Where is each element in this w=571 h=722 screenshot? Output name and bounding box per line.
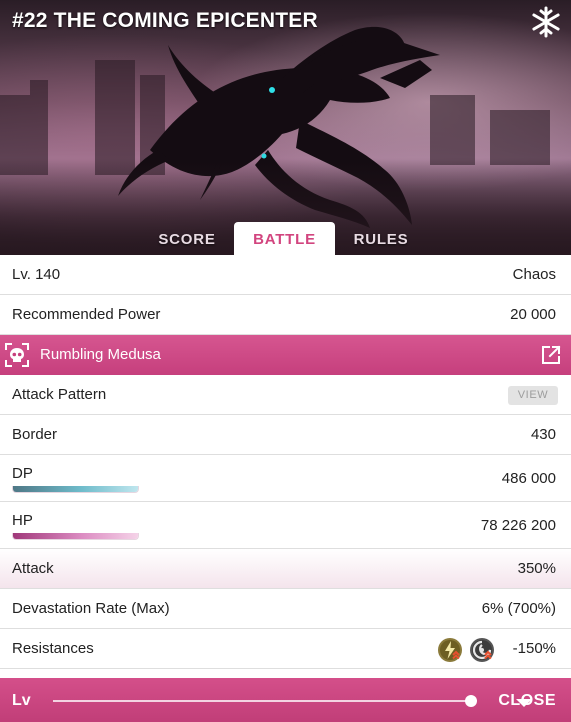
resistances-label: Resistances — [12, 640, 94, 657]
level-slider-label: Lv — [12, 692, 31, 709]
hp-row: HP 78 226 200 — [0, 502, 571, 549]
resistances-row: Resistances -150% — [0, 629, 571, 669]
attack-pattern-row: Attack Pattern VIEW — [0, 375, 571, 415]
dp-gauge — [12, 486, 139, 493]
devastation-row: Devastation Rate (Max) 6% (700%) — [0, 589, 571, 629]
dp-value: 486 000 — [501, 470, 556, 487]
attack-pattern-label: Attack Pattern — [12, 386, 107, 403]
snowflake-icon — [532, 6, 560, 38]
border-label: Border — [12, 426, 58, 443]
footer-bar: Lv CLOSE — [0, 678, 571, 722]
tab-score[interactable]: SCORE — [144, 222, 230, 255]
attack-row: Attack 350% — [0, 549, 571, 589]
dp-row: DP 486 000 — [0, 455, 571, 502]
close-button[interactable]: CLOSE — [498, 678, 556, 722]
devastation-value: 6% (700%) — [481, 600, 556, 617]
recommended-power-label: Recommended Power — [12, 306, 161, 323]
resistance-icons — [437, 637, 499, 663]
level-slider-handle[interactable] — [465, 695, 477, 707]
level-label: Lv. 140 — [12, 266, 61, 283]
attack-label: Attack — [12, 560, 54, 577]
skull-icon — [5, 343, 29, 367]
stage-title: #22 THE COMING EPICENTER — [12, 9, 318, 32]
tab-rules[interactable]: RULES — [337, 222, 425, 255]
dp-label: DP — [12, 465, 33, 482]
level-row: Lv. 140 Chaos — [0, 255, 571, 295]
dp-gauge-fill — [13, 486, 138, 492]
hp-gauge-fill — [13, 533, 138, 539]
hp-value: 78 226 200 — [480, 517, 556, 534]
attack-value: 350% — [517, 560, 556, 577]
border-row: Border 430 — [0, 415, 571, 455]
enemy-name: Rumbling Medusa — [40, 346, 161, 363]
wind-resist-icon — [470, 638, 494, 662]
external-link-icon — [542, 345, 561, 364]
enemy-info-button[interactable]: Rumbling Medusa — [0, 335, 571, 375]
hp-label: HP — [12, 512, 33, 529]
devastation-label: Devastation Rate (Max) — [12, 600, 170, 617]
view-attack-pattern-button[interactable]: VIEW — [508, 386, 558, 405]
resistances-value: -150% — [512, 640, 556, 657]
lightning-resist-icon — [438, 638, 462, 662]
tab-bar: SCORE BATTLE RULES — [0, 222, 571, 255]
tab-battle[interactable]: BATTLE — [234, 222, 335, 255]
stage-banner: #22 THE COMING EPICENTER SCORE BATTLE RU… — [0, 0, 571, 255]
recommended-power-value: 20 000 — [510, 306, 556, 323]
hp-gauge — [12, 533, 139, 540]
border-value: 430 — [530, 426, 556, 443]
battle-info-list: Lv. 140 Chaos Recommended Power 20 000 R… — [0, 255, 571, 669]
level-slider-track[interactable] — [53, 699, 532, 707]
recommended-power-row: Recommended Power 20 000 — [0, 295, 571, 335]
difficulty-value: Chaos — [512, 266, 556, 283]
